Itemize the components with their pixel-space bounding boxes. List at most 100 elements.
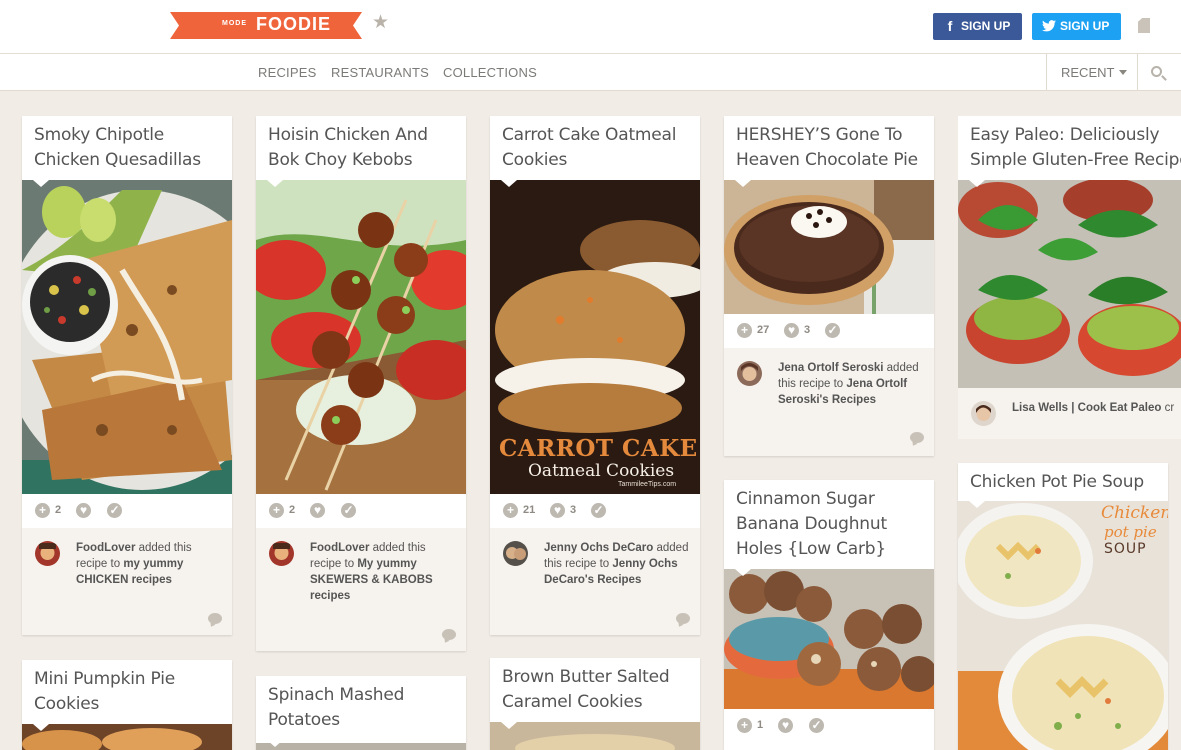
star-icon[interactable]: ★ xyxy=(372,13,389,32)
plus-circle-icon[interactable]: + xyxy=(737,323,752,338)
recipe-title[interactable]: Brown Butter Salted Caramel Cookies xyxy=(502,665,692,715)
heart-icon[interactable]: ♥ xyxy=(778,718,793,733)
recipe-title[interactable]: Easy Paleo: Deliciously Simple Gluten-Fr… xyxy=(970,123,1181,173)
recipe-card[interactable]: Spinach Mashed Potatoes xyxy=(256,676,466,750)
avatar[interactable] xyxy=(737,361,762,386)
like-count: 3 xyxy=(804,324,811,336)
recipe-photo[interactable] xyxy=(22,724,232,750)
check-circle-icon[interactable]: ✓ xyxy=(809,718,824,733)
recipe-card[interactable]: Carrot Cake Oatmeal Cookies CARROT CAKE … xyxy=(490,116,700,635)
top-header: MODE FOODIE ★ f SIGN UP SIGN UP xyxy=(0,0,1181,54)
recipe-card[interactable]: Chicken Pot Pie Soup Chicken pot pie SOU… xyxy=(958,463,1168,750)
title-pointer xyxy=(33,724,49,731)
plus-circle-icon[interactable]: + xyxy=(35,503,50,518)
plus-circle-icon[interactable]: + xyxy=(269,503,284,518)
speech-bubble-icon[interactable] xyxy=(676,613,690,624)
search-icon[interactable] xyxy=(1151,66,1162,77)
speech-bubble-icon[interactable] xyxy=(910,432,924,443)
heart-icon[interactable]: ♥ xyxy=(550,503,565,518)
check-circle-icon[interactable]: ✓ xyxy=(825,323,840,338)
heart-icon[interactable]: ♥ xyxy=(784,323,799,338)
check-circle-icon[interactable]: ✓ xyxy=(591,503,606,518)
recipe-actions: + 21 ♥ 3 ✓ xyxy=(490,494,700,528)
activity-user[interactable]: FoodLover xyxy=(310,542,369,554)
recipe-photo[interactable] xyxy=(256,180,466,494)
add-count: 1 xyxy=(757,719,764,731)
plus-circle-icon[interactable]: + xyxy=(503,503,518,518)
recipe-photo[interactable] xyxy=(256,740,466,750)
recipe-card[interactable]: Brown Butter Salted Caramel Cookies xyxy=(490,658,700,750)
photo-credit: TammileeTips.com xyxy=(618,481,677,488)
nav-recipes[interactable]: RECIPES xyxy=(258,65,316,80)
speech-bubble-icon[interactable] xyxy=(442,629,456,640)
heart-icon[interactable]: ♥ xyxy=(310,503,325,518)
mashed-potato-image xyxy=(256,743,466,750)
activity-verb: cr xyxy=(1161,402,1175,414)
recipe-photo[interactable] xyxy=(724,180,934,314)
recipe-photo[interactable] xyxy=(724,569,934,709)
title-pointer xyxy=(735,180,751,187)
recipe-title[interactable]: Hoisin Chicken And Bok Choy Kebobs xyxy=(268,123,458,173)
avatar[interactable] xyxy=(971,401,996,426)
nav-divider xyxy=(1137,54,1138,91)
site-logo[interactable]: MODE FOODIE xyxy=(170,12,362,39)
recipe-photo[interactable] xyxy=(958,180,1181,388)
facebook-signup-button[interactable]: f SIGN UP xyxy=(933,13,1022,40)
recipe-activity: Jenny Ochs DeCaro added this recipe to J… xyxy=(490,528,700,635)
recipe-title[interactable]: Mini Pumpkin Pie Cookies xyxy=(34,667,224,717)
chocolate-pie-image xyxy=(724,180,934,314)
recipe-title[interactable]: Cinnamon Sugar Banana Doughnut Holes {Lo… xyxy=(736,487,926,562)
recipe-photo[interactable] xyxy=(22,180,232,494)
photo-caption: SOUP xyxy=(1104,541,1147,557)
recipe-photo[interactable] xyxy=(490,722,700,750)
facebook-signup-label: SIGN UP xyxy=(961,19,1011,33)
recipe-card[interactable]: Smoky Chipotle Chicken Quesadillas + 2 ♥… xyxy=(22,116,232,635)
avatar[interactable] xyxy=(269,541,294,566)
document-icon[interactable] xyxy=(1138,18,1150,33)
title-pointer xyxy=(969,501,985,508)
check-circle-icon[interactable]: ✓ xyxy=(107,503,122,518)
activity-user[interactable]: Jena Ortolf Seroski xyxy=(778,362,883,374)
activity-text: Jena Ortolf Seroski added this recipe to… xyxy=(778,360,924,408)
sort-dropdown[interactable]: RECENT xyxy=(1061,65,1114,80)
recipe-card[interactable]: HERSHEY’S Gone To Heaven Chocolate Pie +… xyxy=(724,116,934,456)
activity-user[interactable]: Lisa Wells | Cook Eat Paleo xyxy=(1012,402,1161,414)
check-circle-icon[interactable]: ✓ xyxy=(341,503,356,518)
recipe-card[interactable]: Mini Pumpkin Pie Cookies xyxy=(22,660,232,750)
plus-circle-icon[interactable]: + xyxy=(737,718,752,733)
nav-divider xyxy=(1046,54,1047,91)
avatar[interactable] xyxy=(35,541,60,566)
recipe-card[interactable]: Cinnamon Sugar Banana Doughnut Holes {Lo… xyxy=(724,480,934,750)
speech-bubble-icon[interactable] xyxy=(208,613,222,624)
recipe-title[interactable]: Carrot Cake Oatmeal Cookies xyxy=(502,123,692,173)
recipe-card[interactable]: Hoisin Chicken And Bok Choy Kebobs + 2 ♥… xyxy=(256,116,466,651)
recipe-photo[interactable]: CARROT CAKE Oatmeal Cookies TammileeTips… xyxy=(490,180,700,494)
activity-user[interactable]: Jenny Ochs DeCaro xyxy=(544,542,653,554)
title-pointer xyxy=(501,180,517,187)
facebook-icon: f xyxy=(947,18,953,34)
recipe-photo[interactable]: Chicken pot pie SOUP xyxy=(958,501,1168,750)
photo-caption: Oatmeal Cookies xyxy=(528,461,675,481)
avocado-tomato-image xyxy=(958,180,1181,388)
recipe-card[interactable]: Easy Paleo: Deliciously Simple Gluten-Fr… xyxy=(958,116,1181,439)
nav-collections[interactable]: COLLECTIONS xyxy=(443,65,537,80)
add-count: 2 xyxy=(55,504,62,516)
chevron-down-icon xyxy=(1119,70,1127,75)
recipe-title[interactable]: Chicken Pot Pie Soup xyxy=(970,470,1160,495)
main-nav: RECIPES RESTAURANTS COLLECTIONS RECENT xyxy=(0,54,1181,91)
caramel-cookie-image xyxy=(490,722,700,750)
heart-icon[interactable]: ♥ xyxy=(76,503,91,518)
recipe-activity: Lisa Wells | Cook Eat Paleo cr xyxy=(958,388,1181,439)
recipe-title[interactable]: HERSHEY’S Gone To Heaven Chocolate Pie xyxy=(736,123,926,173)
nav-restaurants[interactable]: RESTAURANTS xyxy=(331,65,429,80)
recipe-title[interactable]: Spinach Mashed Potatoes xyxy=(268,683,458,733)
logo-mode-text: MODE xyxy=(222,20,247,27)
twitter-signup-button[interactable]: SIGN UP xyxy=(1032,13,1121,40)
activity-user[interactable]: FoodLover xyxy=(76,542,135,554)
title-pointer xyxy=(735,569,751,576)
activity-text: Lisa Wells | Cook Eat Paleo cr xyxy=(1012,400,1181,416)
twitter-signup-label: SIGN UP xyxy=(1060,19,1110,33)
avatar[interactable] xyxy=(503,541,528,566)
add-count: 21 xyxy=(523,504,536,516)
recipe-title[interactable]: Smoky Chipotle Chicken Quesadillas xyxy=(34,123,224,173)
